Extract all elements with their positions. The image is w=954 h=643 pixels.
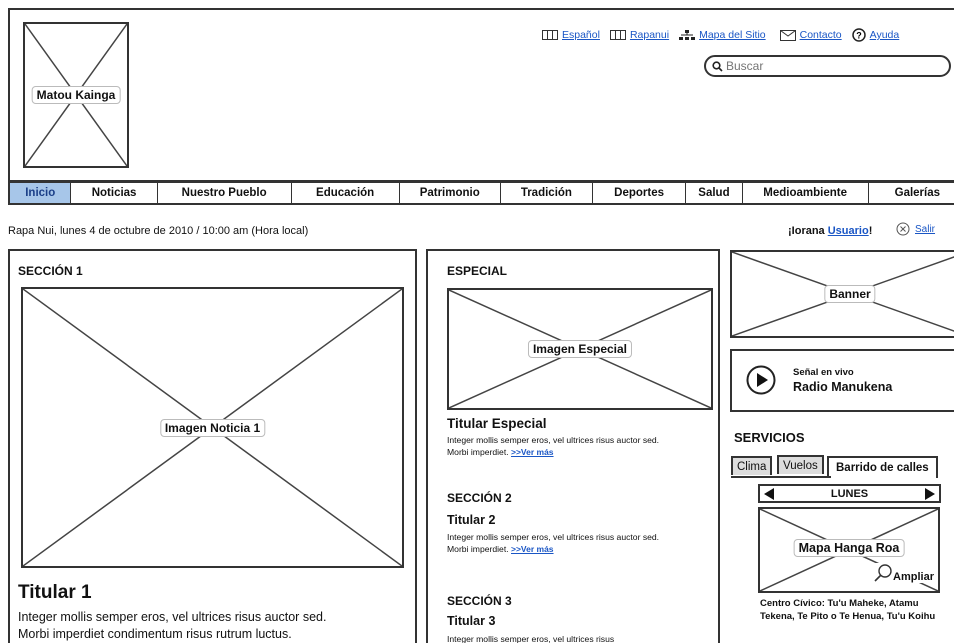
nav-item-deportes[interactable]: Deportes [593, 183, 687, 203]
lang-rapanui-link[interactable]: Rapanui [609, 29, 669, 41]
day-selector: LUNES [758, 484, 941, 503]
logout-label[interactable]: Salir [915, 224, 935, 235]
nav-item-noticias[interactable]: Noticias [71, 183, 158, 203]
map-label: Mapa Hanga Roa [793, 539, 905, 558]
radio-line1: Señal en vivo [793, 367, 854, 378]
news-1-image-label: Imagen Noticia 1 [159, 418, 266, 437]
search-input[interactable] [726, 59, 949, 73]
nav-item-salud[interactable]: Salud [686, 183, 743, 203]
help-link[interactable]: ? Ayuda [851, 28, 900, 42]
nav-item-educacion[interactable]: Educación [292, 183, 400, 203]
play-icon[interactable] [746, 365, 776, 395]
special-more-link[interactable]: >>Ver más [511, 447, 554, 457]
contact-link[interactable]: Contacto [779, 29, 842, 41]
nav-item-galerias[interactable]: Galerías [869, 183, 954, 203]
special-image[interactable]: Imagen Especial [447, 288, 713, 410]
section-2-more-link[interactable]: >>Ver más [511, 544, 554, 554]
tab-clima[interactable]: Clima [731, 456, 773, 475]
special-headline[interactable]: Titular Especial [447, 416, 547, 431]
greeting-suffix: ! [868, 225, 873, 237]
logout-button[interactable]: Salir [896, 222, 935, 236]
headline-3[interactable]: Titular 3 [447, 614, 495, 628]
envelope-icon [779, 29, 796, 41]
search-box[interactable] [704, 55, 951, 77]
special-text: Integer mollis semper eros, vel ultrices… [447, 434, 677, 458]
svg-text:?: ? [856, 31, 862, 41]
map-image[interactable]: Mapa Hanga Roa Ampliar [758, 507, 940, 593]
nav-item-inicio[interactable]: Inicio [10, 183, 72, 203]
special-title: ESPECIAL [447, 264, 508, 278]
sitemap-label[interactable]: Mapa del Sitio [699, 29, 766, 41]
greeting: ¡Iorana Usuario! [788, 225, 872, 237]
banner-label: Banner [824, 285, 876, 303]
close-circle-icon [896, 222, 910, 236]
headline-1-text-line1: Integer mollis semper eros, vel ultrices… [18, 610, 327, 624]
zoom-button[interactable]: Ampliar [873, 563, 934, 583]
help-icon: ? [851, 28, 866, 42]
news-1-image[interactable]: Imagen Noticia 1 [21, 287, 404, 568]
section-3-title: SECCIÓN 3 [447, 594, 512, 608]
day-label: LUNES [830, 487, 869, 500]
main-nav: Inicio Noticias Nuestro Pueblo Educación… [8, 181, 954, 205]
headline-2-text: Integer mollis semper eros, vel ultrices… [447, 531, 677, 555]
services-title: SERVICIOS [734, 430, 805, 445]
next-day-icon[interactable] [924, 487, 936, 500]
headline-1[interactable]: Titular 1 [18, 582, 92, 604]
nav-item-patrimonio[interactable]: Patrimonio [400, 183, 501, 203]
tab-vuelos[interactable]: Vuelos [777, 455, 824, 474]
lang-espanol-label[interactable]: Español [562, 29, 600, 41]
nav-item-tradicion[interactable]: Tradición [501, 183, 593, 203]
lang-rapanui-label[interactable]: Rapanui [630, 29, 669, 41]
section-1-title: SECCIÓN 1 [18, 264, 83, 278]
greeting-prefix: ¡Iorana [788, 225, 828, 237]
banner[interactable]: Banner [730, 250, 954, 338]
book-icon [609, 30, 626, 40]
nav-item-nuestro-pueblo[interactable]: Nuestro Pueblo [158, 183, 292, 203]
logo-placeholder[interactable]: Matou Kainga [23, 22, 129, 168]
help-label[interactable]: Ayuda [870, 29, 900, 41]
user-link[interactable]: Usuario [828, 225, 869, 237]
contact-label[interactable]: Contacto [800, 29, 842, 41]
section-2-title: SECCIÓN 2 [447, 491, 512, 505]
lang-espanol-link[interactable]: Español [542, 29, 600, 41]
civic-text: Centro Cívico: Tu'u Maheke, Atamu Tekena… [760, 598, 936, 622]
headline-3-text: Integer mollis semper eros, vel ultrices… [447, 634, 615, 643]
zoom-label: Ampliar [893, 571, 934, 583]
prev-day-icon[interactable] [763, 487, 775, 500]
tab-barrido-de-calles[interactable]: Barrido de calles [827, 456, 938, 478]
special-image-label: Imagen Especial [527, 340, 633, 358]
dateline: Rapa Nui, lunes 4 de octubre de 2010 / 1… [8, 225, 309, 237]
headline-1-text-line2: Morbi imperdiet condimentum risus rutrum… [18, 627, 292, 641]
radio-station-name: Radio Manukena [793, 380, 893, 394]
headline-2[interactable]: Titular 2 [447, 513, 495, 527]
search-icon [712, 60, 723, 72]
book-icon [542, 30, 558, 40]
utility-links: Español Rapanui Mapa del Sitio Contacto … [542, 28, 899, 42]
sitemap-link[interactable]: Mapa del Sitio [679, 29, 766, 41]
nav-item-medioambiente[interactable]: Medioambiente [743, 183, 869, 203]
magnifier-icon [874, 564, 892, 582]
tabs-baseline [731, 476, 831, 478]
sitemap-icon [679, 29, 696, 40]
logo-label: Matou Kainga [31, 86, 121, 104]
